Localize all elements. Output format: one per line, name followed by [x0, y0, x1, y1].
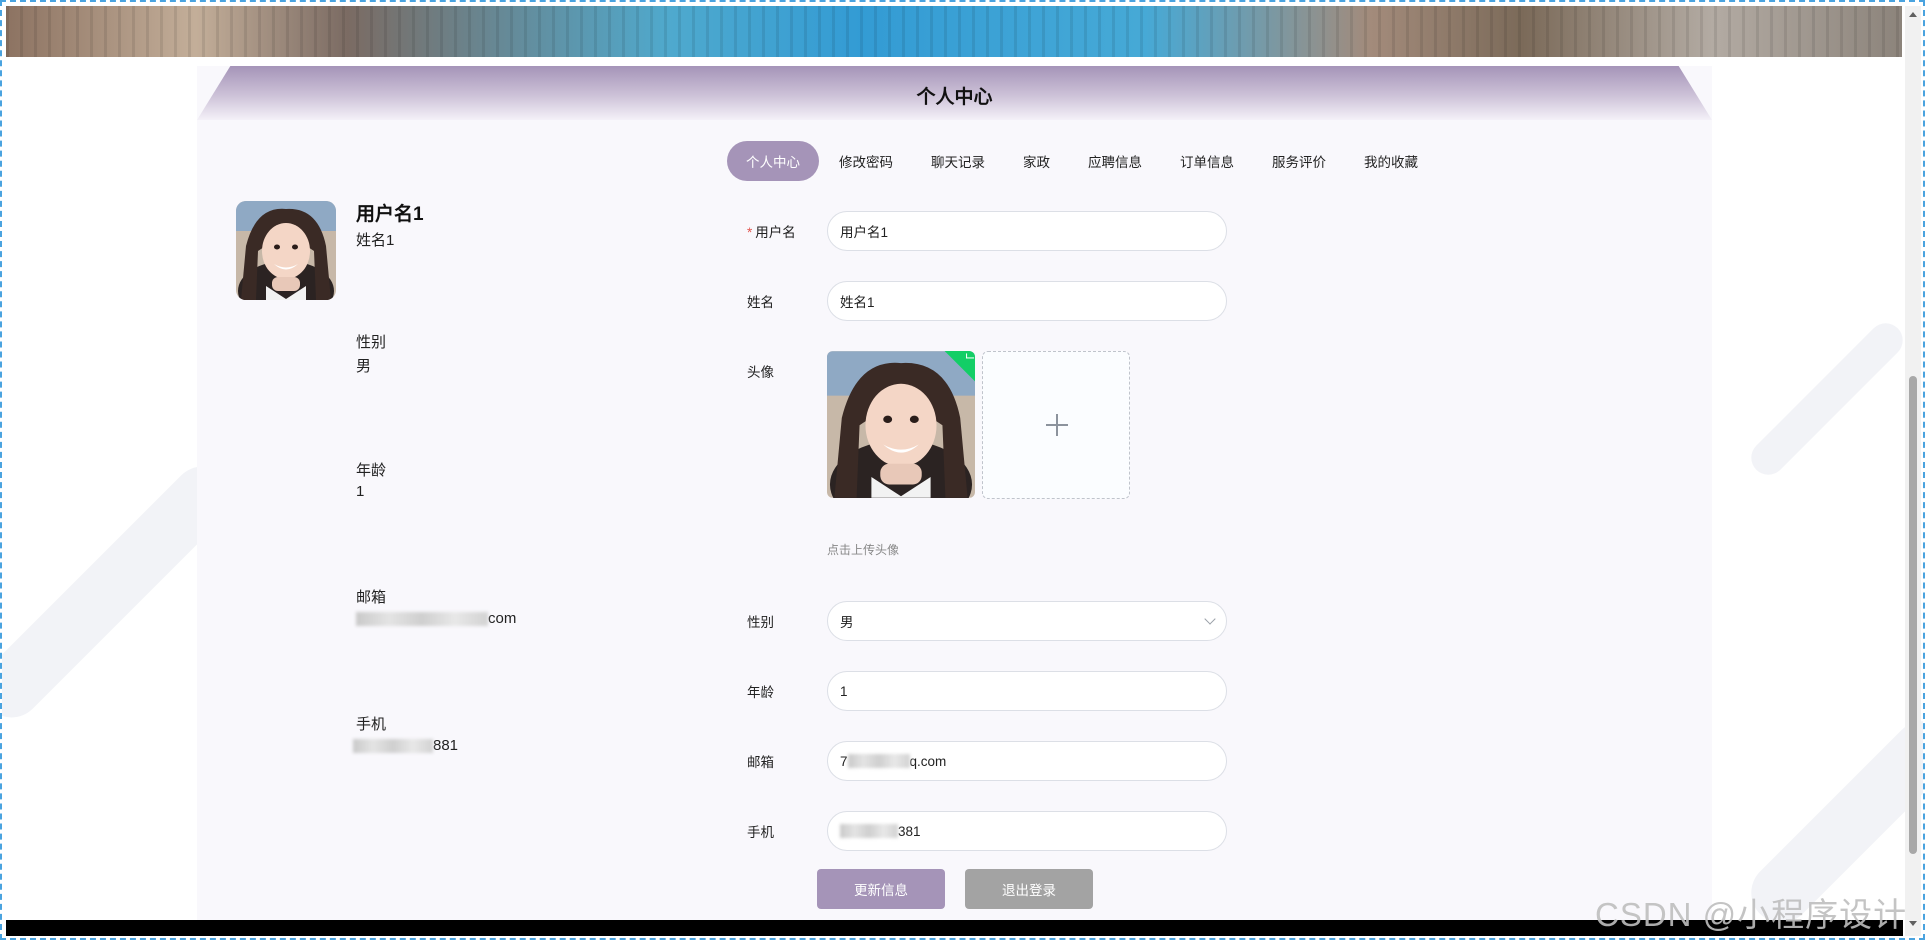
profile-email-value: com: [356, 610, 516, 627]
redacted-blur: [847, 754, 910, 768]
update-info-button[interactable]: 更新信息: [817, 869, 945, 909]
scroll-up-arrow-icon[interactable]: [1909, 12, 1917, 17]
header-banner-image: [6, 6, 1902, 57]
avatar-label: 头像: [747, 365, 774, 380]
tab-bar: 个人中心 修改密码 聊天记录 家政 应聘信息 订单信息 服务评价 我的收藏: [727, 141, 1438, 181]
username-input[interactable]: 用户名1: [827, 211, 1227, 251]
gender-select[interactable]: 男: [827, 601, 1227, 641]
tab-housekeeping[interactable]: 家政: [1005, 141, 1068, 181]
uploaded-avatar-thumbnail[interactable]: [827, 351, 975, 498]
scrollbar-thumb[interactable]: [1909, 376, 1917, 854]
redacted-blur: [840, 824, 898, 838]
profile-panel: 个人中心 个人中心 修改密码 聊天记录 家政 应聘信息 订单信息 服务评价 我的…: [197, 66, 1712, 922]
plus-icon: [1056, 414, 1058, 436]
phone-input[interactable]: 381: [827, 811, 1227, 851]
profile-age-label: 年龄: [356, 462, 387, 479]
scroll-down-arrow-icon[interactable]: [1909, 921, 1917, 926]
page-title: 个人中心: [916, 87, 993, 108]
page: 个人中心 个人中心 修改密码 聊天记录 家政 应聘信息 订单信息 服务评价 我的…: [0, 0, 1925, 940]
chevron-down-icon: [1204, 613, 1216, 625]
tab-chat-history[interactable]: 聊天记录: [913, 141, 1003, 181]
realname-label: 姓名: [747, 295, 774, 310]
tab-favorites[interactable]: 我的收藏: [1346, 141, 1436, 181]
profile-username: 用户名1: [356, 204, 424, 225]
tab-reviews[interactable]: 服务评价: [1254, 141, 1344, 181]
profile-gender-value: 男: [356, 358, 372, 375]
profile-realname: 姓名1: [356, 232, 395, 249]
phone-label: 手机: [747, 825, 774, 840]
realname-input[interactable]: 姓名1: [827, 281, 1227, 321]
profile-gender-label: 性别: [356, 334, 387, 351]
gender-selected-value: 男: [840, 615, 854, 630]
profile-email-label: 邮箱: [356, 589, 387, 606]
avatar: [236, 201, 336, 300]
vertical-scrollbar[interactable]: [1905, 6, 1921, 936]
profile-phone-label: 手机: [356, 716, 387, 733]
tab-change-password[interactable]: 修改密码: [821, 141, 911, 181]
avatar-upload-button[interactable]: [982, 351, 1130, 499]
profile-age-value: 1: [356, 483, 365, 500]
gender-label: 性别: [747, 615, 774, 630]
redacted-blur: [353, 739, 433, 754]
required-asterisk: *: [747, 225, 753, 240]
tab-personal-center[interactable]: 个人中心: [727, 141, 819, 181]
email-label: 邮箱: [747, 755, 774, 770]
logout-button[interactable]: 退出登录: [965, 869, 1093, 909]
email-input[interactable]: 7 q.com: [827, 741, 1227, 781]
age-input[interactable]: 1: [827, 671, 1227, 711]
profile-phone-value: 881: [353, 737, 458, 754]
tab-applications[interactable]: 应聘信息: [1070, 141, 1160, 181]
redacted-blur: [356, 612, 488, 627]
decor-stripe: [1744, 316, 1910, 482]
username-label: * 用户名: [747, 225, 796, 240]
upload-tip: 点击上传头像: [827, 543, 900, 557]
watermark: CSDN @小程序设计: [1595, 896, 1908, 933]
age-label: 年龄: [747, 685, 774, 700]
tab-orders[interactable]: 订单信息: [1162, 141, 1252, 181]
panel-header: 个人中心: [197, 66, 1712, 120]
